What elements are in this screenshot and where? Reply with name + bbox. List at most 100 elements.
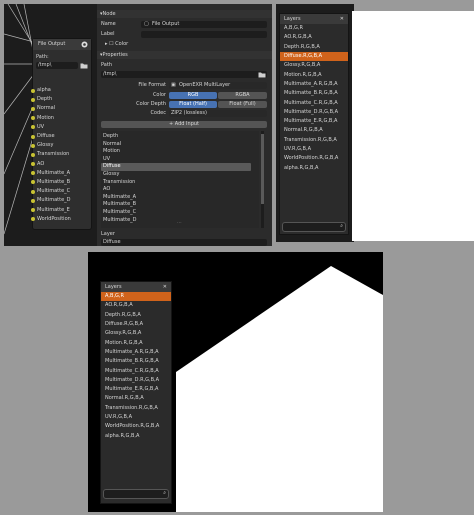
- input-list-item[interactable]: Motion: [101, 148, 251, 156]
- input-list-item[interactable]: Multimatte_B: [101, 201, 251, 209]
- close-icon[interactable]: ✕: [163, 284, 167, 291]
- layer-item[interactable]: Glossy.R,G,B,A: [101, 329, 171, 338]
- node-section-header[interactable]: ▾ Node: [97, 10, 272, 18]
- node-input-socket-row[interactable]: AO: [31, 160, 91, 169]
- input-socket-icon[interactable]: [31, 217, 35, 222]
- depth-full-button[interactable]: Float (Full): [218, 101, 267, 108]
- layer-item[interactable]: AO.R,G,B,A: [101, 301, 171, 310]
- input-socket-icon[interactable]: [31, 162, 35, 167]
- input-socket-icon[interactable]: [31, 171, 35, 176]
- layer-item[interactable]: Motion.R,G,B,A: [101, 338, 171, 347]
- color-rgb-button[interactable]: RGB: [169, 92, 217, 99]
- node-input-socket-row[interactable]: Multimatte_D: [31, 196, 91, 205]
- input-list-item[interactable]: Multimatte_D: [101, 217, 251, 225]
- input-socket-icon[interactable]: [31, 180, 35, 185]
- node-input-socket-row[interactable]: Depth: [31, 95, 91, 104]
- input-list-item[interactable]: Glossy: [101, 171, 251, 179]
- path-field[interactable]: /tmp\: [101, 71, 267, 78]
- layer-item[interactable]: Depth.R,G,B,A: [280, 43, 348, 52]
- layer-item[interactable]: alpha.R,G,B,A: [101, 431, 171, 440]
- layer-item[interactable]: A,B,G,R: [280, 24, 348, 33]
- input-list-item[interactable]: Depth: [101, 133, 251, 141]
- layer-item[interactable]: Multimatte_D.R,G,B,A: [280, 108, 348, 117]
- layer-item[interactable]: A,B,G,R: [101, 292, 171, 302]
- node-path-field[interactable]: /tmp\: [36, 62, 78, 69]
- layer-item[interactable]: AO.R,G,B,A: [280, 33, 348, 42]
- properties-panel[interactable]: ▾ Node Name ▢ File Output Label ▸ ☐ Colo…: [97, 4, 272, 246]
- layers-panel-bottom[interactable]: Layers ✕ A,B,G,R AO.R,G,B,A Depth.R,G,B,A D…: [100, 281, 172, 504]
- input-list[interactable]: Depth Normal Motion UV Diffuse Glossy Transmis…: [101, 131, 259, 228]
- folder-icon[interactable]: [258, 71, 266, 78]
- input-list-item[interactable]: Transmission: [101, 179, 251, 187]
- input-socket-icon[interactable]: [31, 106, 35, 111]
- layer-item[interactable]: Multimatte_C.R,G,B,A: [101, 366, 171, 375]
- layer-item[interactable]: Multimatte_A.R,G,B,A: [101, 348, 171, 357]
- input-list-item[interactable]: Diffuse: [101, 163, 251, 171]
- layer-field[interactable]: Diffuse: [101, 239, 267, 246]
- node-input-socket-row[interactable]: Transmission: [31, 150, 91, 159]
- input-list-item[interactable]: Multimatte_A: [101, 194, 251, 202]
- depth-half-button[interactable]: Float (Half): [169, 101, 217, 108]
- layer-item[interactable]: Glossy.R,G,B,A: [280, 61, 348, 70]
- layers-search-field[interactable]: ⌕: [282, 222, 346, 232]
- node-input-socket-row[interactable]: Diffuse: [31, 132, 91, 141]
- name-field[interactable]: ▢ File Output: [141, 21, 267, 28]
- input-list-item[interactable]: Normal: [101, 141, 251, 149]
- layer-item[interactable]: Diffuse.R,G,B,A: [101, 320, 171, 329]
- close-icon[interactable]: ✕: [340, 16, 344, 23]
- color-toggle[interactable]: ▸ ☐ Color: [105, 41, 128, 48]
- input-socket-icon[interactable]: [31, 88, 35, 93]
- codec-dropdown[interactable]: ZIP2 (lossless): [169, 110, 267, 117]
- node-input-socket-row[interactable]: Normal: [31, 104, 91, 113]
- layers-panel-top[interactable]: Layers ✕ A,B,G,R AO.R,G,B,A Depth.R,G,B,A D…: [279, 13, 349, 235]
- input-socket-icon[interactable]: [31, 143, 35, 148]
- label-field[interactable]: [141, 31, 267, 38]
- layer-item[interactable]: Diffuse.R,G,B,A: [280, 51, 348, 62]
- layer-item[interactable]: Normal.R,G,B,A: [280, 126, 348, 135]
- input-socket-icon[interactable]: [31, 152, 35, 157]
- file-output-node[interactable]: File Output Path: /tmp\ alpha Depth Normal…: [31, 38, 92, 230]
- input-socket-icon[interactable]: [31, 198, 35, 203]
- layer-item[interactable]: UV.R,G,B,A: [280, 145, 348, 154]
- layer-item[interactable]: Normal.R,G,B,A: [101, 394, 171, 403]
- input-socket-icon[interactable]: [31, 125, 35, 130]
- input-list-item[interactable]: UV: [101, 156, 251, 164]
- layer-item[interactable]: Multimatte_B.R,G,B,A: [101, 357, 171, 366]
- node-input-socket-row[interactable]: alpha: [31, 86, 91, 95]
- node-input-socket-row[interactable]: Multimatte_E: [31, 205, 91, 214]
- input-socket-icon[interactable]: [31, 208, 35, 213]
- file-format-dropdown[interactable]: ▣ OpenEXR MultiLayer: [169, 82, 267, 89]
- node-input-socket-row[interactable]: Motion: [31, 114, 91, 123]
- layer-item[interactable]: Depth.R,G,B,A: [101, 311, 171, 320]
- color-rgba-button[interactable]: RGBA: [218, 92, 267, 99]
- list-resize-handle[interactable]: ⋯: [177, 220, 182, 227]
- node-header[interactable]: File Output: [33, 39, 91, 50]
- layer-item[interactable]: Multimatte_C.R,G,B,A: [280, 98, 348, 107]
- input-socket-icon[interactable]: [31, 189, 35, 194]
- input-socket-icon[interactable]: [31, 116, 35, 121]
- node-input-socket-row[interactable]: WorldPosition: [31, 215, 91, 224]
- node-input-socket-row[interactable]: Glossy: [31, 141, 91, 150]
- layer-item[interactable]: WorldPosition.R,G,B,A: [280, 154, 348, 163]
- layer-item[interactable]: Multimatte_A.R,G,B,A: [280, 80, 348, 89]
- node-input-socket-row[interactable]: Multimatte_A: [31, 169, 91, 178]
- properties-section-header[interactable]: ▾ Properties: [97, 51, 272, 59]
- layer-item[interactable]: Multimatte_D.R,G,B,A: [101, 376, 171, 385]
- node-input-socket-row[interactable]: UV: [31, 123, 91, 132]
- layer-item[interactable]: Multimatte_E.R,G,B,A: [280, 117, 348, 126]
- layer-item[interactable]: Transmission.R,G,B,A: [280, 136, 348, 145]
- layer-item[interactable]: Transmission.R,G,B,A: [101, 404, 171, 413]
- layer-item[interactable]: WorldPosition.R,G,B,A: [101, 422, 171, 431]
- input-list-item[interactable]: Multimatte_C: [101, 209, 251, 217]
- add-input-button[interactable]: + Add Input: [101, 121, 267, 128]
- input-socket-icon[interactable]: [31, 134, 35, 139]
- node-input-socket-row[interactable]: Multimatte_C: [31, 187, 91, 196]
- layer-item[interactable]: alpha.R,G,B,A: [280, 163, 348, 172]
- layers-search-field[interactable]: ⌕: [103, 489, 169, 499]
- input-list-item[interactable]: AO: [101, 186, 251, 194]
- layer-item[interactable]: UV.R,G,B,A: [101, 413, 171, 422]
- input-socket-icon[interactable]: [31, 97, 35, 102]
- layer-item[interactable]: Motion.R,G,B,A: [280, 70, 348, 79]
- layer-item[interactable]: Multimatte_B.R,G,B,A: [280, 89, 348, 98]
- folder-icon[interactable]: [80, 62, 88, 69]
